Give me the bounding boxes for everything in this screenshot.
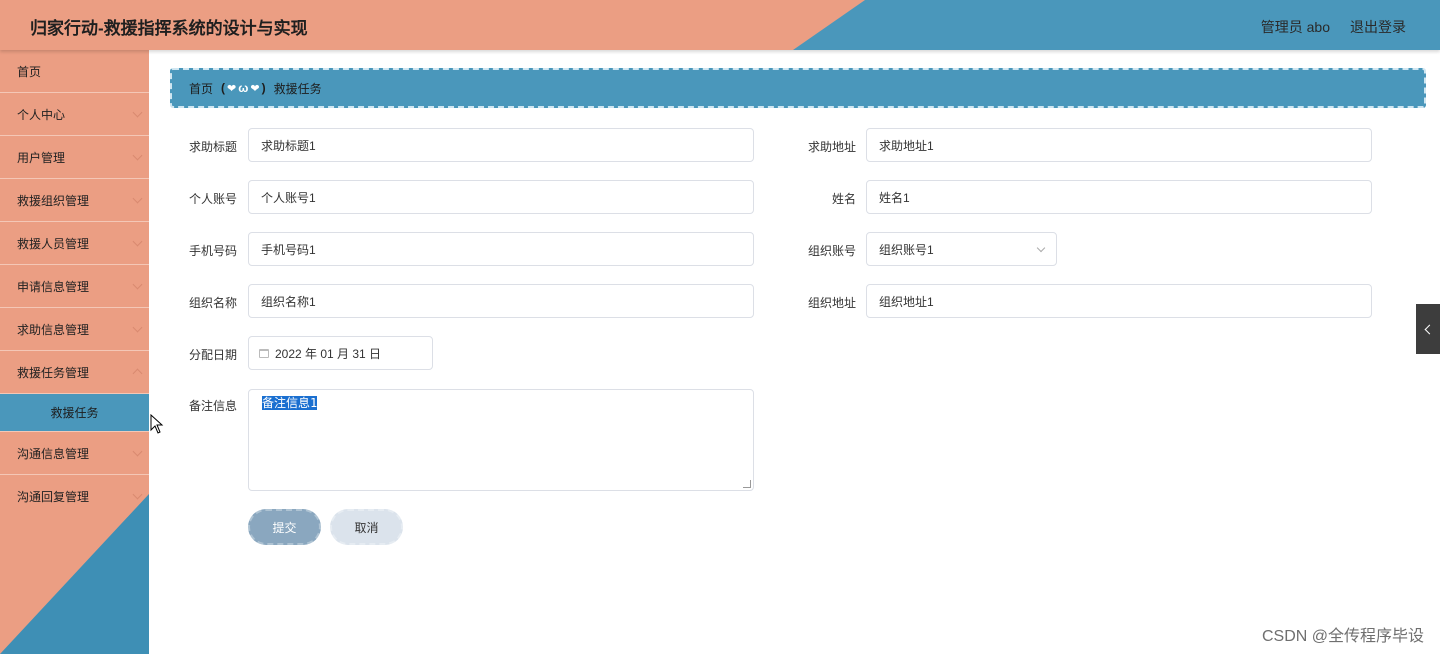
sidebar-item-rescue-org-management[interactable]: 救援组织管理 <box>0 179 149 222</box>
separator-close: ) <box>261 81 266 95</box>
org-name-label: 组织名称 <box>188 296 237 310</box>
sidebar-item-help-info-management[interactable]: 求助信息管理 <box>0 308 149 351</box>
org-address-label: 组织地址 <box>807 296 856 310</box>
sidebar-item-label: 救援任务管理 <box>17 365 90 380</box>
assign-date-picker[interactable]: 2022 年 01 月 31 日 <box>248 336 433 370</box>
personal-account-label: 个人账号 <box>188 192 237 206</box>
help-title-label: 求助标题 <box>188 140 237 154</box>
chevron-down-icon <box>132 193 143 204</box>
org-account-select[interactable]: 组织账号1 <box>866 232 1057 266</box>
app-title: 归家行动-救援指挥系统的设计与实现 <box>30 19 308 38</box>
heart-icon: ❤ <box>250 82 260 95</box>
chevron-down-icon <box>132 322 143 333</box>
breadcrumb-home[interactable]: 首页 <box>189 80 213 97</box>
admin-user-link[interactable]: 管理员 abo <box>1261 17 1330 37</box>
sidebar-item-rescue-task-management[interactable]: 救援任务管理 <box>0 351 149 394</box>
chevron-down-icon <box>132 236 143 247</box>
side-panel-toggle[interactable] <box>1416 304 1440 354</box>
personal-account-input[interactable] <box>248 180 754 214</box>
sidebar-item-communication-management[interactable]: 沟通信息管理 <box>0 432 149 475</box>
help-title-input[interactable] <box>248 128 754 162</box>
sidebar-item-rescuer-management[interactable]: 救援人员管理 <box>0 222 149 265</box>
sidebar-item-label: 用户管理 <box>17 150 66 165</box>
chevron-up-icon <box>132 368 143 379</box>
sidebar-item-label: 个人中心 <box>17 107 66 122</box>
sidebar-item-label: 求助信息管理 <box>17 322 90 337</box>
org-name-input[interactable] <box>248 284 754 318</box>
breadcrumb-separator: ( ❤ ω ❤ ) <box>221 81 266 95</box>
sidebar-decor-triangle <box>0 494 149 654</box>
sidebar-item-label: 首页 <box>17 64 42 79</box>
sidebar-item-label: 救援人员管理 <box>17 236 90 251</box>
sidebar-item-label: 救援任务 <box>50 406 99 420</box>
name-input[interactable] <box>866 180 1372 214</box>
separator-mid: ω <box>238 81 249 95</box>
sidebar-item-user-management[interactable]: 用户管理 <box>0 136 149 179</box>
help-address-label: 求助地址 <box>807 140 856 154</box>
chevron-down-icon <box>132 489 143 500</box>
separator-open: ( <box>221 81 226 95</box>
sidebar-item-label: 沟通信息管理 <box>17 446 90 461</box>
chevron-down-icon <box>1036 243 1046 253</box>
sidebar-item-label: 沟通回复管理 <box>17 490 90 504</box>
remarks-value: 备注信息1 <box>262 396 318 410</box>
sidebar-item-reply-management[interactable]: 沟通回复管理 <box>0 475 149 518</box>
calendar-icon <box>259 348 269 358</box>
top-header: 归家行动-救援指挥系统的设计与实现 管理员 abo 退出登录 <box>0 0 1440 50</box>
name-label: 姓名 <box>831 192 856 206</box>
sidebar-subitem-rescue-task[interactable]: 救援任务 <box>0 394 149 432</box>
heart-icon: ❤ <box>227 82 237 95</box>
chevron-down-icon <box>132 107 143 118</box>
chevron-left-icon <box>1424 324 1435 334</box>
phone-input[interactable] <box>248 232 754 266</box>
assign-date-value: 2022 年 01 月 31 日 <box>275 346 382 361</box>
org-account-selected-value: 组织账号1 <box>879 242 934 257</box>
submit-button[interactable]: 提交 <box>248 509 321 545</box>
sidebar-item-personal-center[interactable]: 个人中心 <box>0 93 149 136</box>
phone-label: 手机号码 <box>188 244 237 258</box>
watermark: CSDN @全传程序毕设 <box>1261 628 1424 645</box>
org-account-label: 组织账号 <box>807 244 856 258</box>
sidebar-item-label: 申请信息管理 <box>17 279 90 294</box>
resize-handle-icon[interactable] <box>743 480 751 488</box>
logout-link[interactable]: 退出登录 <box>1350 17 1406 37</box>
header-actions: 管理员 abo 退出登录 <box>1261 17 1406 37</box>
help-address-input[interactable] <box>866 128 1372 162</box>
sidebar-item-application-management[interactable]: 申请信息管理 <box>0 265 149 308</box>
org-address-input[interactable] <box>866 284 1372 318</box>
breadcrumb-current: 救援任务 <box>273 81 322 96</box>
sidebar-item-home[interactable]: 首页 <box>0 50 149 93</box>
cancel-button[interactable]: 取消 <box>330 509 403 545</box>
remarks-textarea[interactable]: 备注信息1 <box>248 389 754 491</box>
chevron-down-icon <box>132 150 143 161</box>
chevron-down-icon <box>132 446 143 457</box>
chevron-down-icon <box>132 279 143 290</box>
sidebar: 首页 个人中心 用户管理 救援组织管理 救援人员管理 申请信息管理 求助信息管理… <box>0 50 149 654</box>
sidebar-item-label: 救援组织管理 <box>17 193 90 208</box>
assign-date-label: 分配日期 <box>188 348 237 362</box>
breadcrumb: 首页 ( ❤ ω ❤ ) 救援任务 <box>170 68 1426 108</box>
mouse-pointer-icon <box>150 414 164 434</box>
remarks-label: 备注信息 <box>188 399 237 413</box>
